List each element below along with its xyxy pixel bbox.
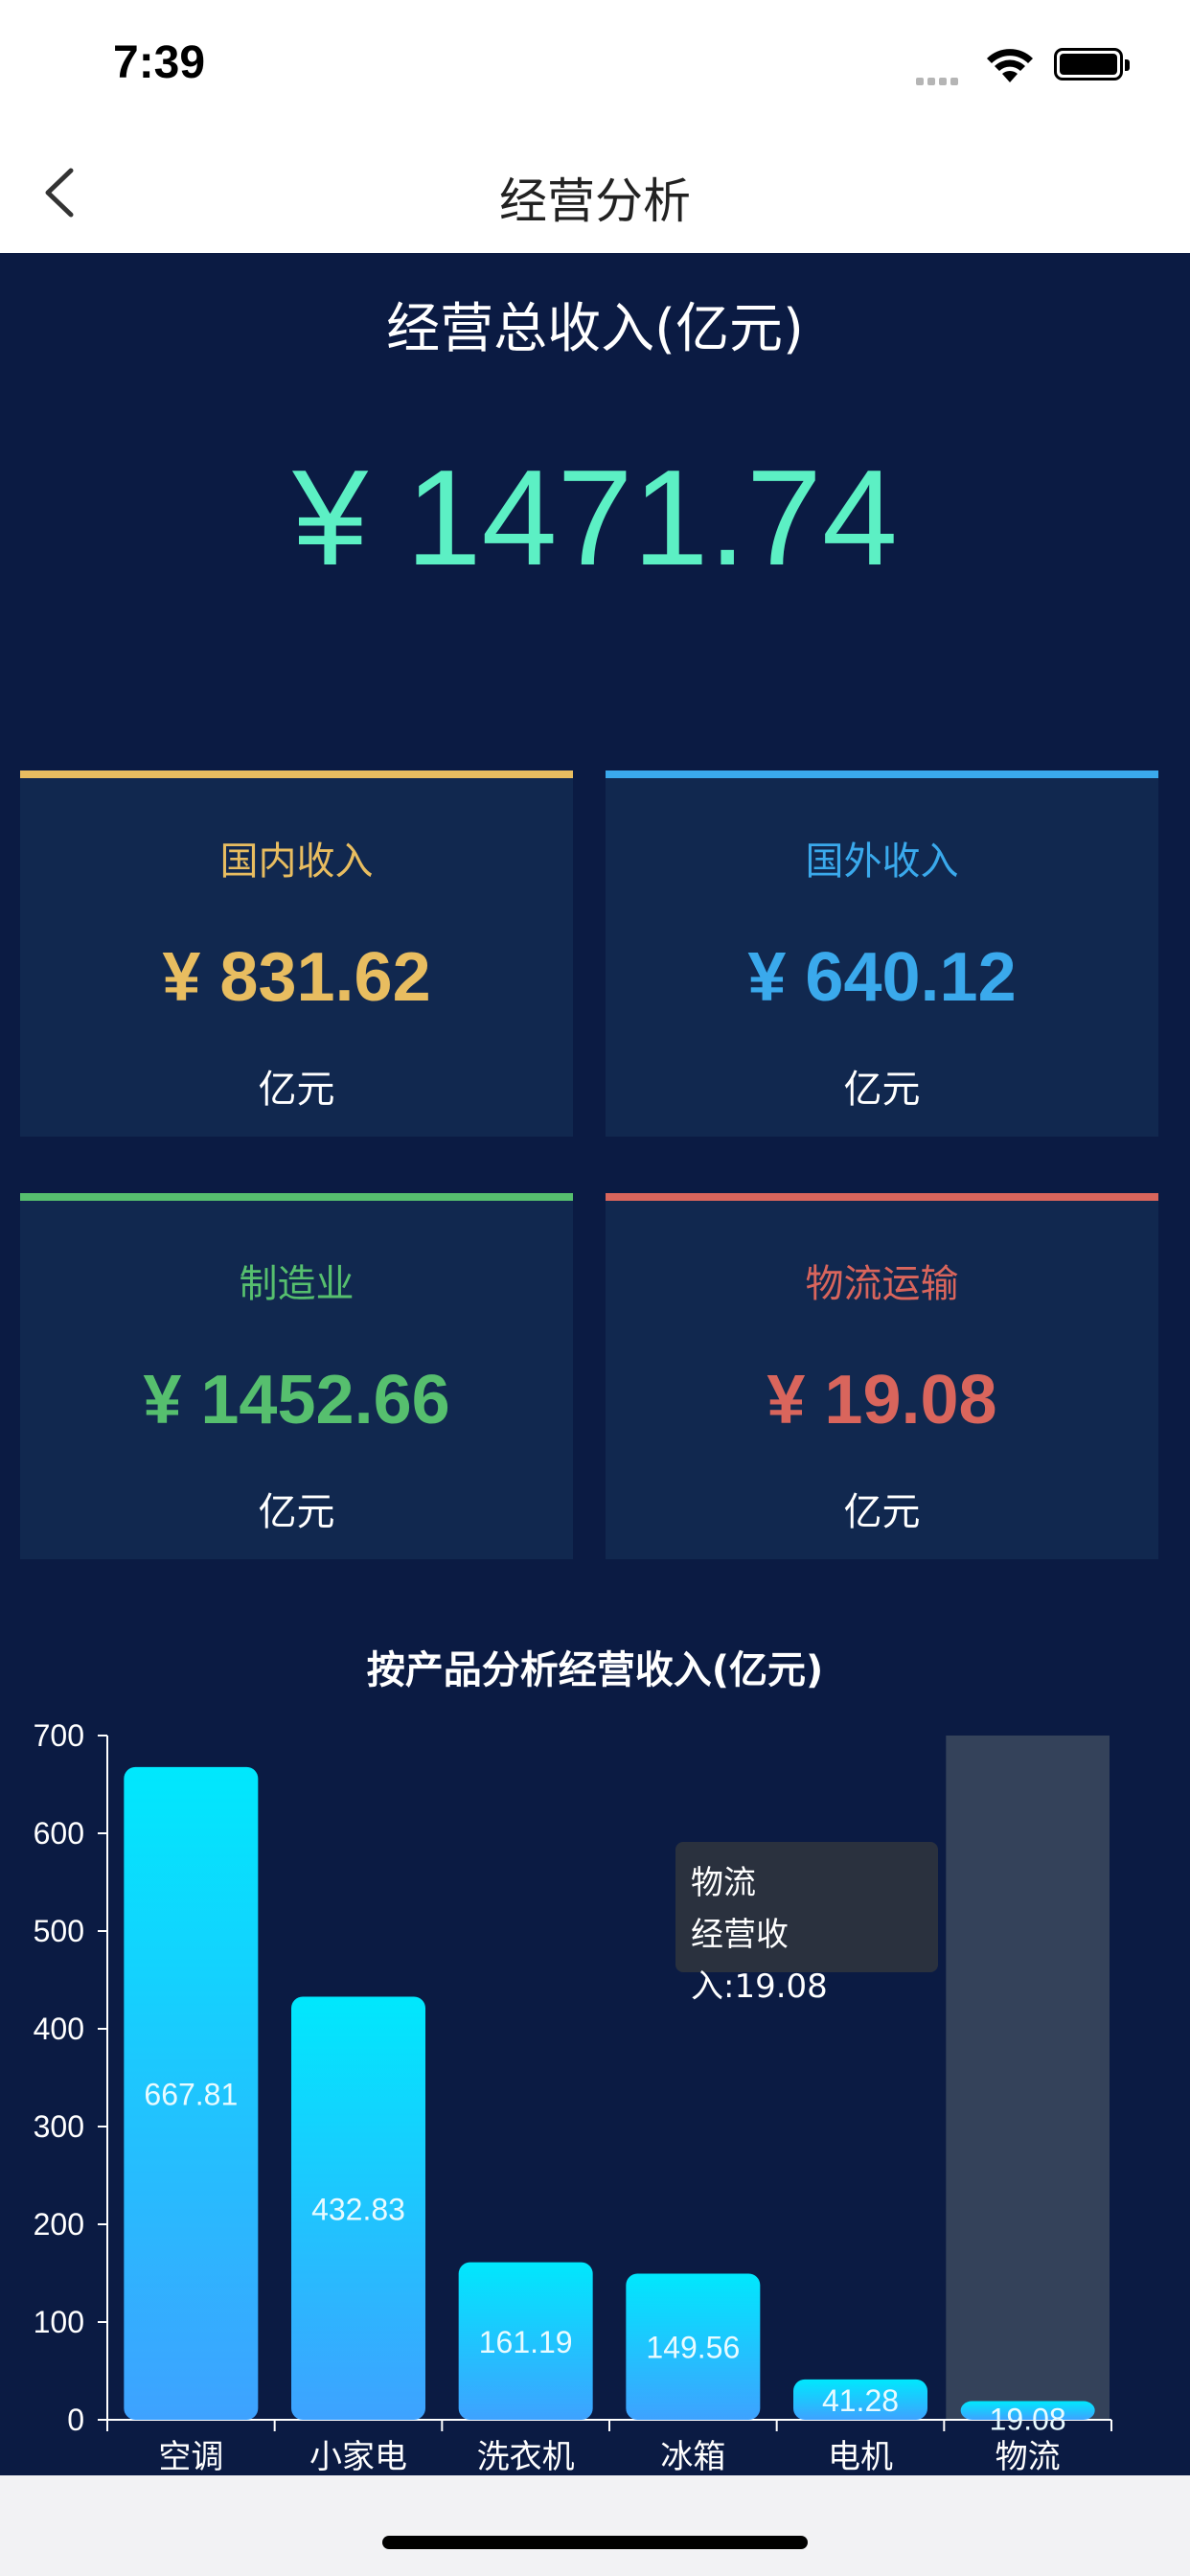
card-label: 制造业 — [239, 1262, 355, 1306]
y-tick-label: 500 — [34, 1914, 84, 1948]
y-tick-label: 300 — [34, 2109, 84, 2144]
status-bar: 7:39 — [0, 0, 1190, 134]
bar-value-label: 149.56 — [646, 2331, 740, 2365]
card-label: 国内收入 — [219, 840, 374, 884]
card-accent-bar — [20, 770, 573, 778]
tooltip-value: 经营收入:19.08 — [691, 1916, 828, 2006]
chart-tooltip: 物流 经营收入:19.08 — [675, 1842, 938, 2006]
card-accent-bar — [20, 1193, 573, 1201]
x-category-label: 洗衣机 — [477, 2438, 575, 2475]
x-category-label: 电机 — [828, 2438, 893, 2475]
x-category-label: 空调 — [158, 2438, 223, 2475]
bar-value-label: 41.28 — [822, 2383, 899, 2418]
home-indicator-area — [0, 2475, 1190, 2576]
bar-value-label: 432.83 — [311, 2192, 405, 2226]
bar-value-label: 161.19 — [479, 2325, 573, 2359]
x-category-label: 小家电 — [309, 2438, 407, 2475]
manufacturing-revenue-card[interactable]: 制造业 ¥ 1452.66 亿元 — [20, 1193, 573, 1559]
card-unit: 亿元 — [258, 1490, 335, 1534]
card-label: 物流运输 — [805, 1262, 959, 1306]
bar-value-label: 667.81 — [144, 2077, 238, 2111]
card-unit: 亿元 — [843, 1068, 921, 1112]
domestic-revenue-card[interactable]: 国内收入 ¥ 831.62 亿元 — [20, 770, 573, 1137]
chart-title: 按产品分析经营收入(亿元) — [366, 1648, 824, 1692]
logistics-revenue-card[interactable]: 物流运输 ¥ 19.08 亿元 — [606, 1193, 1158, 1559]
card-amount: ¥ 640.12 — [747, 939, 1017, 1016]
y-tick-label: 700 — [34, 1718, 84, 1753]
battery-icon — [1054, 48, 1130, 80]
wifi-icon — [987, 49, 1033, 82]
card-amount: ¥ 19.08 — [767, 1362, 997, 1438]
card-accent-bar — [606, 1193, 1158, 1201]
bar-value-label: 19.08 — [990, 2403, 1066, 2437]
card-label: 国外收入 — [805, 840, 959, 884]
page-title: 经营分析 — [499, 173, 691, 229]
revenue-by-product-bar-chart[interactable]: 0 100 200 300 400 500 600 700 667.81 空调 432.83 小家电 1… — [0, 1706, 1190, 2475]
card-unit: 亿元 — [258, 1068, 335, 1112]
tooltip-category: 物流 — [691, 1864, 756, 1902]
y-tick-label: 600 — [34, 1816, 84, 1851]
card-amount: ¥ 1452.66 — [143, 1362, 450, 1438]
total-revenue-value: ¥ 1471.74 — [292, 442, 898, 594]
home-indicator[interactable] — [382, 2536, 808, 2549]
navigation-bar: 经营分析 — [0, 134, 1190, 253]
y-tick-label: 400 — [34, 2012, 84, 2046]
y-tick-label: 100 — [34, 2305, 84, 2339]
total-revenue-label: 经营总收入(亿元) — [386, 298, 804, 360]
highlight-band — [946, 1736, 1110, 2420]
cellular-signal-icon — [916, 71, 962, 89]
x-category-label: 冰箱 — [660, 2438, 725, 2475]
card-amount: ¥ 831.62 — [162, 939, 431, 1016]
y-tick-label: 0 — [67, 2403, 84, 2437]
overseas-revenue-card[interactable]: 国外收入 ¥ 640.12 亿元 — [606, 770, 1158, 1137]
y-tick-label: 200 — [34, 2207, 84, 2242]
status-time: 7:39 — [113, 37, 206, 88]
card-accent-bar — [606, 770, 1158, 778]
card-unit: 亿元 — [843, 1490, 921, 1534]
x-category-label: 物流 — [995, 2438, 1061, 2475]
